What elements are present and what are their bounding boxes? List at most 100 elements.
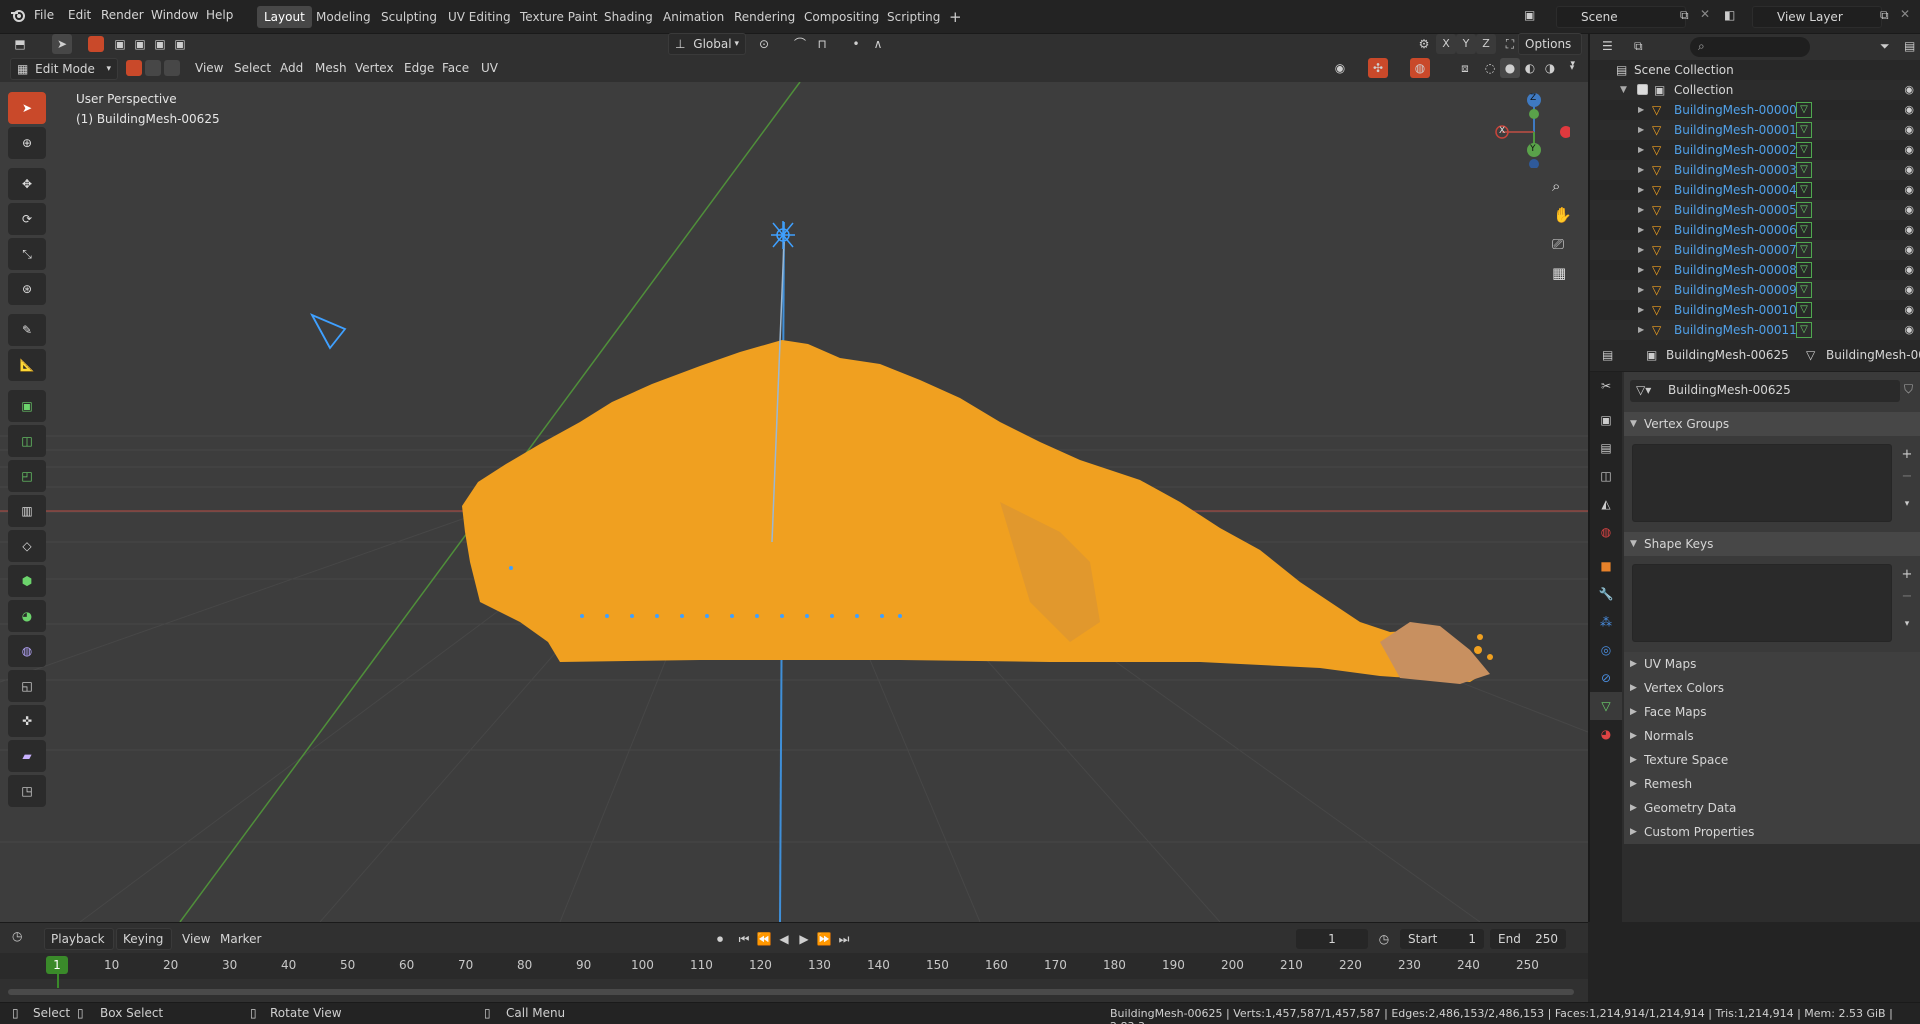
tool-transform[interactable]: ⊛	[8, 273, 46, 305]
options-dropdown[interactable]: Options ▾	[1518, 33, 1582, 69]
visibility-selectability-icon[interactable]: ◉	[1330, 58, 1350, 78]
eye-icon[interactable]: ◉	[1904, 280, 1914, 300]
menu-face[interactable]: Face	[442, 61, 469, 75]
tab-mesh-data[interactable]: ▽	[1590, 692, 1622, 720]
eye-icon[interactable]: ◉	[1904, 80, 1914, 100]
proportional-editing-icon[interactable]: •	[846, 34, 866, 54]
outliner-object-row[interactable]: ▶ ▽ BuildingMesh-00003 ▽ ◉	[1590, 160, 1920, 180]
eye-icon[interactable]: ◉	[1904, 100, 1914, 120]
eye-icon[interactable]: ◉	[1904, 120, 1914, 140]
tool-move[interactable]: ✥	[8, 168, 46, 200]
vertex-group-remove-button[interactable]: −	[1898, 468, 1916, 486]
tool-edge-slide[interactable]: ◱	[8, 670, 46, 702]
selection-mode-invert-icon[interactable]: ▣	[150, 34, 170, 54]
tab-constraints[interactable]: ⊘	[1590, 664, 1622, 692]
vertex-group-add-button[interactable]: +	[1898, 446, 1916, 464]
tab-compositing[interactable]: Compositing	[797, 6, 886, 28]
menu-edge[interactable]: Edge	[404, 61, 434, 75]
properties-editor-type-icon[interactable]: ▤	[1602, 348, 1613, 362]
selection-mode-intersect-icon[interactable]: ▣	[170, 34, 190, 54]
editor-type-icon[interactable]: ⬒	[10, 34, 30, 54]
timeline-scrollbar[interactable]	[8, 989, 1574, 995]
tool-loop-cut[interactable]: ▥	[8, 495, 46, 527]
mirror-x-toggle[interactable]: X	[1436, 34, 1456, 54]
tab-shading[interactable]: Shading	[597, 6, 660, 28]
filter-icon[interactable]: ⏷	[1880, 39, 1890, 54]
menu-add[interactable]: Add	[280, 61, 303, 75]
tab-uv-editing[interactable]: UV Editing	[441, 6, 518, 28]
selection-mode-subtract-icon[interactable]: ▣	[130, 34, 150, 54]
tool-inset[interactable]: ◫	[8, 425, 46, 457]
tool-smooth[interactable]: ◍	[8, 635, 46, 667]
tool-shrink-fatten[interactable]: ✜	[8, 705, 46, 737]
display-mode-icon[interactable]: ⧉	[1634, 39, 1643, 54]
3d-viewport[interactable]: User Perspective (1) BuildingMesh-00625 …	[0, 82, 1588, 922]
scene-selector[interactable]: Scene	[1556, 6, 1686, 28]
tool-knife[interactable]: ◇	[8, 530, 46, 562]
navigation-gizmo[interactable]: Z X Y	[1490, 88, 1572, 169]
mesh-data-icon[interactable]: ▽	[1796, 262, 1812, 278]
eye-icon[interactable]: ◉	[1904, 160, 1914, 180]
mesh-data-icon[interactable]: ▽	[1796, 102, 1812, 118]
vertex-groups-list[interactable]	[1632, 444, 1892, 522]
shading-options-icon[interactable]: ▾	[1562, 58, 1582, 78]
tab-scene[interactable]: ◭	[1590, 490, 1622, 518]
outliner-row-scene-collection[interactable]: ▤ Scene Collection	[1590, 60, 1920, 80]
play-icon[interactable]: ▶	[794, 929, 814, 949]
tab-world[interactable]: ◍	[1590, 518, 1622, 546]
tab-render[interactable]: ▣	[1590, 406, 1622, 434]
snap-icon[interactable]: ⌒	[790, 34, 810, 54]
tab-tool[interactable]: ✂	[1590, 372, 1622, 400]
mesh-data-icon[interactable]: ▽	[1796, 302, 1812, 318]
snap-target-icon[interactable]: ⊓	[812, 34, 832, 54]
tool-shear[interactable]: ▰	[8, 740, 46, 772]
menu-mesh[interactable]: Mesh	[315, 61, 347, 75]
timeline-menu-marker[interactable]: Marker	[220, 932, 261, 946]
eye-icon[interactable]: ◉	[1904, 300, 1914, 320]
face-select-mode-icon[interactable]	[164, 60, 180, 76]
current-frame-field[interactable]: 1	[1296, 929, 1368, 949]
mesh-data-icon[interactable]: ▽	[1796, 162, 1812, 178]
play-reverse-icon[interactable]: ◀	[774, 929, 794, 949]
gizmo-toggle-icon[interactable]: ✣	[1368, 58, 1388, 78]
zoom-icon[interactable]: ⌕	[1552, 177, 1560, 195]
outliner-object-row[interactable]: ▶ ▽ BuildingMesh-00008 ▽ ◉	[1590, 260, 1920, 280]
outliner-search-input[interactable]: ⌕	[1690, 37, 1810, 57]
panel-vertex-groups-header[interactable]: ▼ Vertex Groups	[1624, 412, 1920, 436]
tool-spin[interactable]: ◕	[8, 600, 46, 632]
shading-material-icon[interactable]: ◐	[1520, 58, 1540, 78]
mesh-data-browse-icon[interactable]: ▽▾	[1636, 383, 1651, 397]
menu-render[interactable]: Render	[101, 8, 144, 22]
panel-shape-keys-header[interactable]: ▼ Shape Keys	[1624, 532, 1920, 556]
auto-merge-icon[interactable]: ⛶	[1500, 34, 1520, 54]
shading-wireframe-icon[interactable]: ◌	[1480, 58, 1500, 78]
jump-prev-keyframe-icon[interactable]: ⏪	[754, 929, 774, 949]
outliner-editor-type-icon[interactable]: ☰	[1602, 39, 1613, 53]
outliner-object-row[interactable]: ▶ ▽ BuildingMesh-00002 ▽ ◉	[1590, 140, 1920, 160]
mesh-data-icon[interactable]: ▽	[1796, 122, 1812, 138]
playback-dropdown[interactable]: Playback ▾	[44, 928, 114, 964]
shading-solid-icon[interactable]: ●	[1500, 58, 1520, 78]
tool-poly-build[interactable]: ⬢	[8, 565, 46, 597]
overlay-toggle-icon[interactable]: ◍	[1410, 58, 1430, 78]
eye-icon[interactable]: ◉	[1904, 240, 1914, 260]
jump-start-icon[interactable]: ⏮	[734, 929, 754, 949]
edge-select-mode-icon[interactable]	[145, 60, 161, 76]
mirror-z-toggle[interactable]: Z	[1476, 34, 1496, 54]
proportional-falloff-icon[interactable]: ∧	[868, 34, 888, 54]
menu-view[interactable]: View	[195, 61, 223, 75]
start-frame-field[interactable]: Start 1	[1400, 929, 1484, 949]
delete-scene-icon[interactable]: ✕	[1700, 7, 1710, 21]
menu-help[interactable]: Help	[206, 8, 233, 22]
transform-orientation-dropdown[interactable]: ⊥ Global ▾	[668, 33, 746, 55]
eye-icon[interactable]: ◉	[1904, 220, 1914, 240]
copy-scene-icon[interactable]: ⧉	[1680, 8, 1689, 23]
tab-texture-paint[interactable]: Texture Paint	[513, 6, 604, 28]
tab-layout[interactable]: Layout	[257, 6, 312, 28]
mesh-datablock-selector[interactable]: ▽▾ BuildingMesh-00625	[1630, 380, 1900, 402]
delete-view-layer-icon[interactable]: ✕	[1900, 7, 1910, 21]
pan-hand-icon[interactable]: ✋	[1553, 206, 1572, 224]
panel-texture-space-header[interactable]: ▶ Texture Space	[1624, 748, 1920, 772]
view-layer-icon[interactable]: ◧	[1724, 8, 1735, 22]
jump-next-keyframe-icon[interactable]: ⏩	[814, 929, 834, 949]
